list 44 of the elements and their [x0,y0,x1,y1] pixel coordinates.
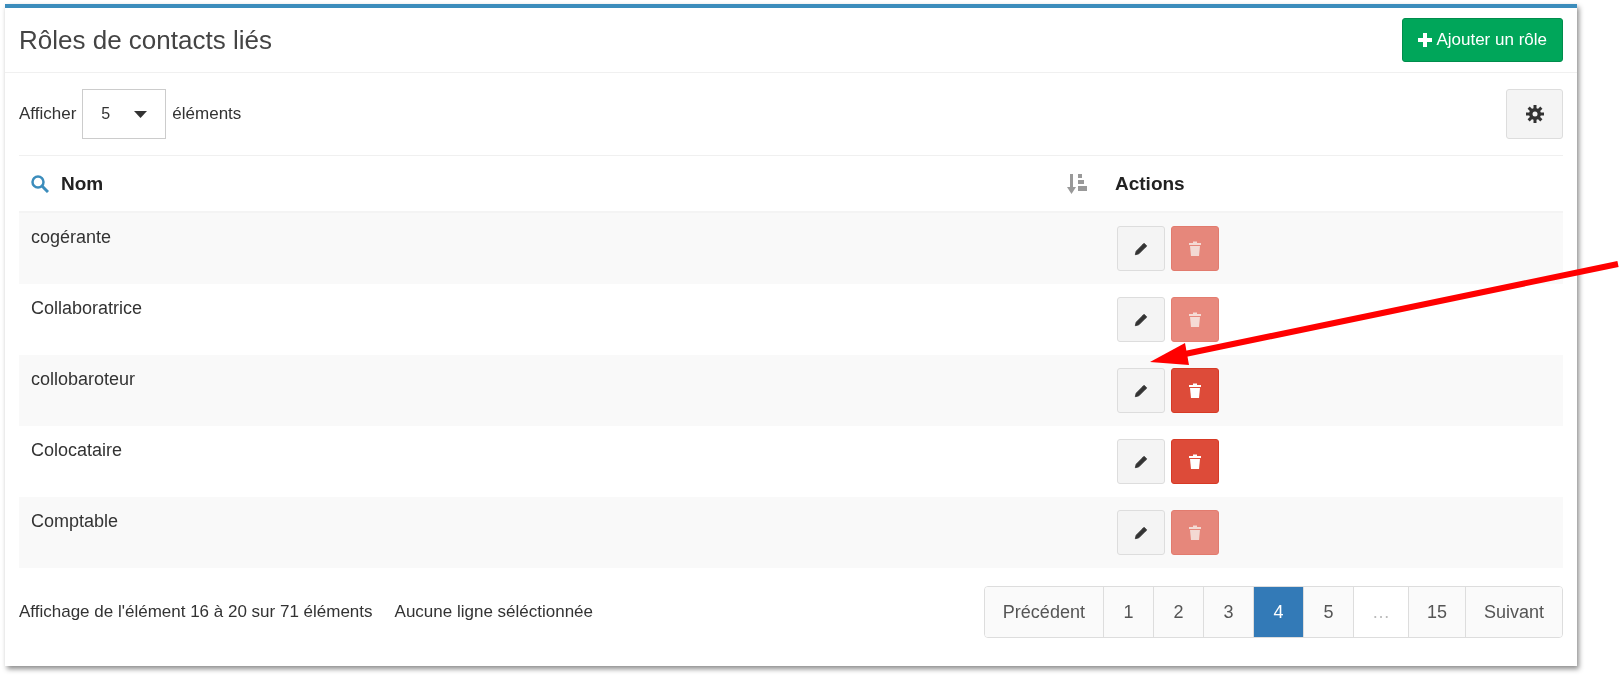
edit-button[interactable] [1117,510,1165,555]
settings-icon [1525,105,1544,123]
settings-button[interactable] [1506,89,1563,139]
page-button[interactable]: 5 [1302,587,1353,637]
page-button[interactable]: Précédent [984,587,1103,637]
page-button[interactable]: 2 [1152,587,1203,637]
trash-icon [1188,312,1202,327]
trash-icon [1188,241,1202,256]
delete-button[interactable] [1171,368,1219,413]
selection-info: Aucune ligne séléctionnée [394,602,594,622]
table-cell-text: collobaroteur [30,368,137,390]
trash-icon [1188,454,1202,469]
edit-button[interactable] [1117,226,1165,271]
show-label: Afficher [19,104,77,124]
panel-title: Rôles de contacts liés [19,24,272,56]
page-button[interactable]: Suivant [1464,587,1562,637]
page-button[interactable]: 4 [1252,587,1303,637]
delete-button[interactable] [1171,439,1219,484]
trash-icon [1188,383,1202,398]
column-header: Nom [61,172,104,195]
table-cell-text: Colocataire [30,439,124,461]
column-header: Actions [1115,172,1185,195]
pencil-icon [1134,312,1148,327]
pencil-icon [1134,383,1148,398]
pencil-icon [1134,525,1148,540]
edit-button[interactable] [1117,439,1165,484]
sort-icon[interactable] [1067,172,1089,195]
table-cell-text: Collaboratrice [30,297,144,319]
items-label: éléments [172,104,242,124]
table-cell-text: Comptable [30,510,120,532]
trash-icon [1188,525,1202,540]
page-button[interactable]: 3 [1202,587,1253,637]
page-button[interactable]: 15 [1407,587,1465,637]
table-cell-text: cogérante [30,226,113,248]
edit-button[interactable] [1117,368,1165,413]
plus-icon [1418,33,1433,47]
page-size-select[interactable]: 5 [82,89,167,139]
pencil-icon [1134,241,1148,256]
edit-button[interactable] [1117,297,1165,342]
search-icon[interactable] [31,174,49,193]
pencil-icon [1134,454,1148,469]
caret-icon [134,110,148,118]
page-button[interactable]: 1 [1102,587,1153,637]
records-info: Affichage de l'élément 16 à 20 sur 71 éléments [19,602,373,622]
